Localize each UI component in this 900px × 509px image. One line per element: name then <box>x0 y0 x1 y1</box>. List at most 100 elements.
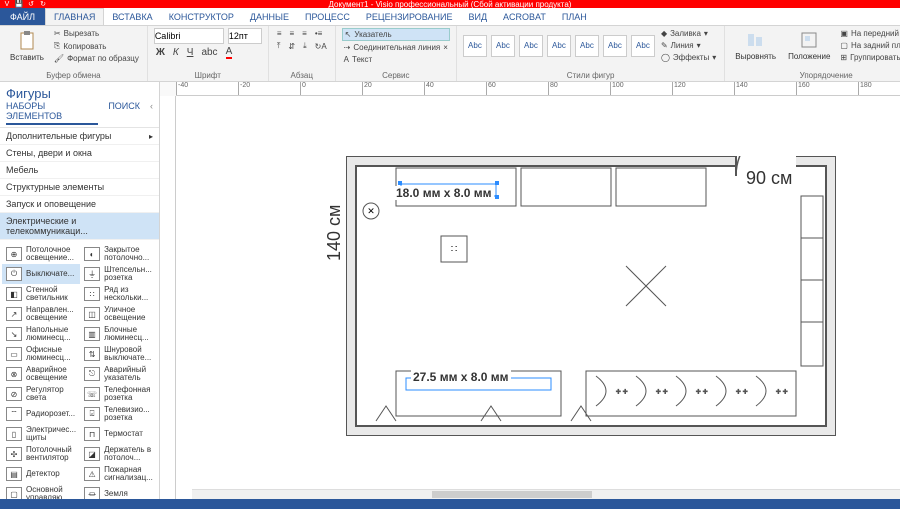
stencil-category[interactable]: Стены, двери и окна <box>0 145 159 162</box>
redo-icon[interactable]: ↻ <box>38 0 48 8</box>
stencil-category[interactable]: Электрические и телекоммуникаци... <box>0 213 159 240</box>
group-label: Упорядочение <box>731 71 900 80</box>
stencil-icon: ↗ <box>6 307 22 321</box>
text-tool[interactable]: A Текст <box>342 54 450 65</box>
stencil-item[interactable]: ⚠Пожарная сигнализац... <box>80 464 157 484</box>
stencil-icon: ⍃ <box>84 407 100 421</box>
stencil-item[interactable]: ☏Телефонная розетка <box>80 384 157 404</box>
drawing-canvas[interactable]: ✕ ∷ <box>176 96 900 499</box>
style-swatch[interactable]: Abc <box>603 35 627 57</box>
tab-review[interactable]: РЕЦЕНЗИРОВАНИЕ <box>358 8 461 25</box>
align-top-button[interactable]: ⤒ <box>275 40 283 52</box>
stencil-item[interactable]: ⎋Аварийный указатель <box>80 364 157 384</box>
stencil-item[interactable]: ▭Офисные люминесц... <box>2 344 80 364</box>
shapes-tab-search[interactable]: ПОИСК <box>108 101 140 125</box>
stencil-item[interactable]: ◧Стенной светильник <box>2 284 80 304</box>
align-center-button[interactable]: ≡ <box>287 28 296 39</box>
align-button[interactable]: Выровнять <box>731 28 780 63</box>
align-left-button[interactable]: ≡ <box>275 28 284 39</box>
effects-button[interactable]: ◯ Эффекты ▾ <box>659 52 718 63</box>
stencil-category[interactable]: Дополнительные фигуры▸ <box>0 128 159 145</box>
copy-button[interactable]: ⎘ Копировать <box>52 40 141 52</box>
line-button[interactable]: ✎ Линия ▾ <box>659 40 718 51</box>
tab-acrobat[interactable]: ACROBAT <box>495 8 554 25</box>
stencil-item[interactable]: ⊘Регулятор света <box>2 384 80 404</box>
font-size-combo[interactable] <box>228 28 262 44</box>
bring-front-button[interactable]: ▣ На передний план <box>838 28 900 39</box>
send-back-button[interactable]: ▢ На задний план <box>838 40 900 51</box>
group-label: Стили фигур <box>463 71 718 80</box>
stencil-category[interactable]: Мебель <box>0 162 159 179</box>
ruler-tick: 40 <box>424 82 434 95</box>
ruler-tick: 120 <box>672 82 686 95</box>
font-name-combo[interactable] <box>154 28 224 44</box>
style-swatch[interactable]: Abc <box>491 35 515 57</box>
bullets-button[interactable]: •≡ <box>313 28 324 39</box>
style-swatch[interactable]: Abc <box>519 35 543 57</box>
stencil-item[interactable]: ⍃Телевизио... розетка <box>80 404 157 424</box>
stencil-icon: ⌔ <box>6 407 22 421</box>
style-swatch[interactable]: Abc <box>631 35 655 57</box>
format-painter-button[interactable]: 🖌 Формат по образцу <box>52 53 141 64</box>
stencil-item[interactable]: ⊗Аварийное освещение <box>2 364 80 384</box>
style-gallery[interactable]: Abc Abc Abc Abc Abc Abc Abc <box>463 35 655 57</box>
rotate-text-button[interactable]: ↻A <box>313 41 329 52</box>
italic-button[interactable]: К <box>171 46 181 59</box>
align-right-button[interactable]: ≡ <box>300 28 309 39</box>
stencil-item[interactable]: ◫Уличное освещение <box>80 304 157 324</box>
stencil-item[interactable]: ◐Закрытое потолочно... <box>80 244 157 264</box>
undo-icon[interactable]: ↺ <box>26 0 36 8</box>
stencil-item[interactable]: ⏚Штепсельн... розетка <box>80 264 157 284</box>
save-icon[interactable]: 💾 <box>14 0 24 8</box>
stencil-item[interactable]: ⊕Потолочное освещение... <box>2 244 80 264</box>
stencil-item[interactable]: ↘Напольные люминесц... <box>2 324 80 344</box>
stencil-item[interactable]: ▢Основной управляю... <box>2 484 80 499</box>
ruler-tick: 0 <box>300 82 306 95</box>
stencil-item[interactable]: ⏛Земля <box>80 484 157 499</box>
align-middle-button[interactable]: ⇵ <box>286 41 297 52</box>
paste-button[interactable]: Вставить <box>6 29 48 64</box>
stencil-item[interactable]: ⌔Радиорозет... <box>2 404 80 424</box>
stencil-item[interactable]: ▯Электричес... щиты <box>2 424 80 444</box>
stencil-item[interactable]: ✣Потолочный вентилятор <box>2 444 80 464</box>
shapes-tab-sets[interactable]: НАБОРЫ ЭЛЕМЕНТОВ <box>6 101 98 125</box>
stencil-category[interactable]: Структурные элементы <box>0 179 159 196</box>
stencil-item[interactable]: ∷Ряд из нескольки... <box>80 284 157 304</box>
stencil-item[interactable]: ↗Направлен... освещение <box>2 304 80 324</box>
tab-process[interactable]: ПРОЦЕСС <box>297 8 358 25</box>
horizontal-scrollbar[interactable] <box>192 489 900 499</box>
align-bottom-button[interactable]: ⤓ <box>301 40 309 52</box>
tab-home[interactable]: ГЛАВНАЯ <box>45 8 104 25</box>
font-color-button[interactable]: A <box>224 45 235 60</box>
shapes-collapse-icon[interactable]: ‹ <box>150 101 153 125</box>
position-button[interactable]: Положение <box>784 28 834 63</box>
pointer-tool[interactable]: ↖ Указатель <box>342 28 450 41</box>
tab-data[interactable]: ДАННЫЕ <box>242 8 297 25</box>
stencil-icon: ◪ <box>84 447 100 461</box>
tab-file[interactable]: ФАЙЛ <box>0 8 45 25</box>
stencil-item[interactable]: ▤Детектор <box>2 464 80 484</box>
style-swatch[interactable]: Abc <box>547 35 571 57</box>
fill-button[interactable]: ◆ Заливка ▾ <box>659 28 718 39</box>
stencil-category[interactable]: Запуск и оповещение <box>0 196 159 213</box>
tab-view[interactable]: ВИД <box>460 8 495 25</box>
cut-button[interactable]: ✂ Вырезать <box>52 28 141 39</box>
quick-access-toolbar: V 💾 ↺ ↻ <box>0 0 48 8</box>
connector-tool[interactable]: ⇢ Соединительная линия × <box>342 42 450 53</box>
tab-plan[interactable]: ПЛАН <box>554 8 595 25</box>
bold-button[interactable]: Ж <box>154 46 167 59</box>
style-swatch[interactable]: Abc <box>463 35 487 57</box>
stencil-icon: ⊘ <box>6 387 22 401</box>
tab-insert[interactable]: ВСТАВКА <box>104 8 160 25</box>
style-swatch[interactable]: Abc <box>575 35 599 57</box>
stencil-item[interactable]: ▥Блочные люминесц... <box>80 324 157 344</box>
group-button[interactable]: ⊞ Группировать <box>838 52 900 63</box>
ruler-tick: -40 <box>176 82 188 95</box>
strike-button[interactable]: abc <box>199 46 219 59</box>
stencil-item[interactable]: ⏻Выключате... <box>2 264 80 284</box>
stencil-item[interactable]: ⇅Шнуровой выключате... <box>80 344 157 364</box>
stencil-item[interactable]: ◪Держатель в потолоч... <box>80 444 157 464</box>
stencil-item[interactable]: ⊓Термостат <box>80 424 157 444</box>
underline-button[interactable]: Ч <box>185 46 196 59</box>
tab-design[interactable]: КОНСТРУКТОР <box>161 8 242 25</box>
